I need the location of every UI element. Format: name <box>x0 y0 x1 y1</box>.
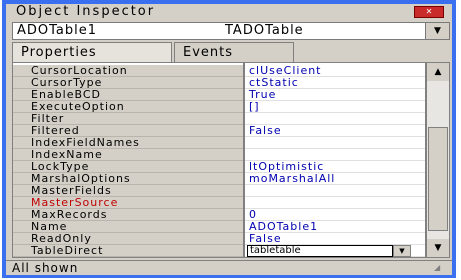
property-row[interactable]: MarshalOptions moMarshalAll <box>13 173 425 185</box>
property-value[interactable]: ltOptimistic <box>245 161 425 173</box>
property-name: TableName <box>13 257 243 258</box>
property-value[interactable]: True <box>245 89 425 101</box>
property-row[interactable]: MaxRecords 0 <box>13 209 425 221</box>
property-row[interactable]: +ExecuteOption[] <box>13 101 425 113</box>
property-row[interactable]: CursorType ctStatic <box>13 77 425 89</box>
property-value[interactable]: ctStatic <box>245 77 425 89</box>
property-value[interactable] <box>245 197 425 209</box>
property-row[interactable]: EnableBCD True <box>13 89 425 101</box>
property-row[interactable]: Name ADOTable1 <box>13 221 425 233</box>
status-bar: All shown ◢ <box>6 260 452 275</box>
scroll-thumb[interactable] <box>428 127 448 231</box>
arrow-up-icon: ▲ <box>434 67 442 77</box>
close-button[interactable]: ✕ <box>414 6 444 18</box>
tab-properties[interactable]: Properties <box>12 42 172 62</box>
property-value[interactable] <box>245 149 425 161</box>
property-row[interactable]: MasterSource <box>13 197 425 209</box>
property-value[interactable]: tabletable <box>245 257 426 258</box>
arrow-down-icon: ▼ <box>434 243 442 253</box>
property-row[interactable]: LockType ltOptimistic <box>13 161 425 173</box>
property-row[interactable]: TableNametabletable <box>13 257 426 258</box>
property-name: Filtered <box>13 125 243 137</box>
tab-events[interactable]: Events <box>174 42 294 62</box>
column-splitter[interactable] <box>243 63 245 257</box>
selected-property-value[interactable]: tabletable <box>245 257 393 258</box>
property-value[interactable]: moMarshalAll <box>245 173 425 185</box>
chevron-down-icon: ▼ <box>399 247 405 255</box>
property-value[interactable]: False <box>245 233 425 245</box>
property-edit-box[interactable]: tabletable <box>247 245 393 257</box>
property-value[interactable] <box>245 137 425 149</box>
scroll-down-button[interactable]: ▼ <box>427 239 449 257</box>
property-name: MaxRecords <box>13 209 243 221</box>
title-bar[interactable]: Object Inspector ✕ <box>6 4 452 20</box>
property-name: LockType <box>13 161 243 173</box>
resize-grip-icon[interactable]: ◢ <box>434 263 446 273</box>
property-name: IndexFieldNames <box>13 137 243 149</box>
property-edit-dropdown-button[interactable]: ▼ <box>393 245 411 257</box>
window-title: Object Inspector <box>16 4 156 19</box>
property-name: EnableBCD <box>13 89 243 101</box>
vertical-scrollbar[interactable]: ▲ ▼ <box>426 62 450 258</box>
property-row[interactable]: Filter <box>13 113 425 125</box>
property-value[interactable]: 0 <box>245 209 425 221</box>
property-value[interactable] <box>245 185 425 197</box>
property-name: ReadOnly <box>13 233 243 245</box>
object-selector[interactable]: ADOTable1 TADOTable ▼ <box>12 22 450 40</box>
property-row[interactable]: CursorLocation clUseClient <box>13 65 425 77</box>
property-name: CursorLocation <box>13 65 243 77</box>
property-value[interactable]: clUseClient <box>245 65 425 77</box>
property-name: MasterSource <box>13 197 243 209</box>
property-value[interactable]: [] <box>245 101 425 113</box>
chevron-down-icon: ▼ <box>434 26 441 36</box>
property-name: ExecuteOption <box>13 101 243 113</box>
object-selector-dropdown-button[interactable]: ▼ <box>425 23 449 39</box>
property-name: Name <box>13 221 243 233</box>
property-name: CursorType <box>13 77 243 89</box>
status-text: All shown <box>12 261 79 275</box>
object-selector-type: TADOTable <box>225 23 304 38</box>
property-name: Filter <box>13 113 243 125</box>
tab-events-label: Events <box>183 45 234 60</box>
property-name: MasterFields <box>13 185 243 197</box>
inspector-tabs: Properties Events <box>12 42 450 62</box>
property-value[interactable]: ADOTable1 <box>245 221 425 233</box>
property-value[interactable]: False <box>245 125 425 137</box>
property-row[interactable]: IndexName <box>13 149 425 161</box>
property-name: IndexName <box>13 149 243 161</box>
tab-properties-label: Properties <box>21 45 97 60</box>
property-value[interactable] <box>245 113 425 125</box>
property-row[interactable]: MasterFields <box>13 185 425 197</box>
property-name: TableDirect <box>13 245 243 257</box>
object-inspector-window: Object Inspector ✕ ADOTable1 TADOTable ▼… <box>2 0 456 278</box>
close-icon: ✕ <box>425 7 433 16</box>
property-row[interactable]: Filtered False <box>13 125 425 137</box>
object-selector-name: ADOTable1 <box>17 23 98 38</box>
property-name: MarshalOptions <box>13 173 243 185</box>
screenshot-frame: Object Inspector ✕ ADOTable1 TADOTable ▼… <box>0 0 461 280</box>
scroll-up-button[interactable]: ▲ <box>427 63 449 81</box>
property-row[interactable]: IndexFieldNames <box>13 137 425 149</box>
property-row[interactable]: ReadOnly False <box>13 233 425 245</box>
property-grid: CursorLocation clUseClient CursorType ctSta… <box>12 62 426 258</box>
